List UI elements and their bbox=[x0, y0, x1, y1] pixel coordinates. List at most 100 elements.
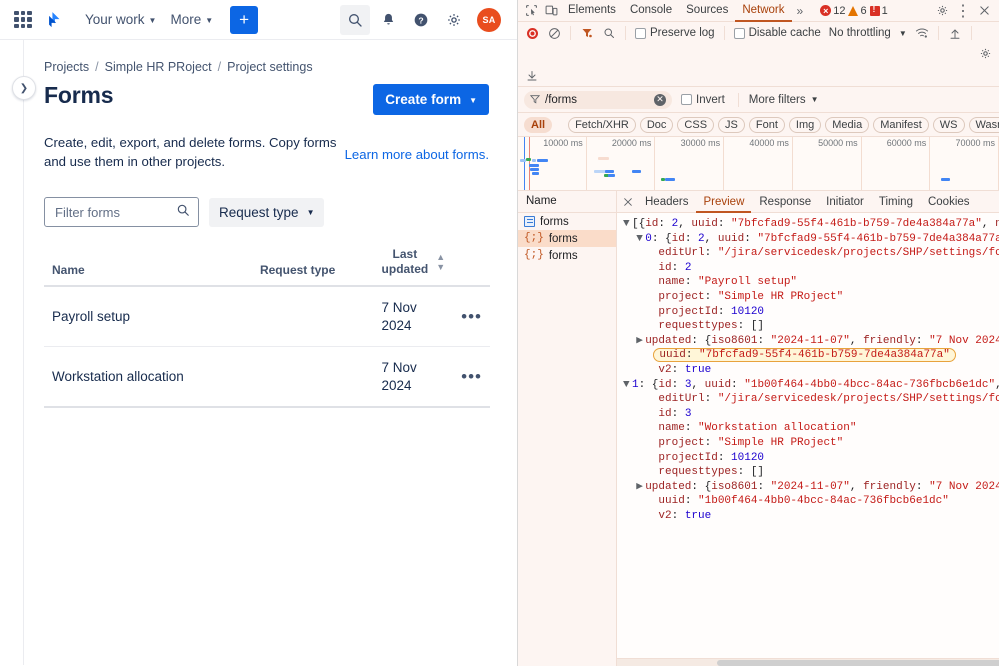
table-row[interactable]: Payroll setup 7 Nov 2024 ••• bbox=[44, 286, 490, 347]
gear-icon[interactable] bbox=[439, 5, 469, 35]
search-icon[interactable] bbox=[599, 24, 619, 42]
request-bar bbox=[532, 172, 539, 175]
tab-elements[interactable]: Elements bbox=[561, 1, 623, 22]
network-conditions-icon[interactable] bbox=[912, 24, 932, 42]
request-bar bbox=[598, 157, 609, 160]
row-actions-menu-button[interactable]: ••• bbox=[461, 307, 482, 326]
request-row-0[interactable]: forms bbox=[518, 213, 616, 230]
import-har-icon[interactable] bbox=[945, 24, 965, 42]
search-icon[interactable] bbox=[340, 5, 370, 35]
learn-more-link[interactable]: Learn more about forms. bbox=[345, 147, 489, 162]
clear-network-icon[interactable] bbox=[544, 24, 564, 42]
type-chip-ws[interactable]: WS bbox=[933, 117, 965, 133]
type-chip-img[interactable]: Img bbox=[789, 117, 821, 133]
more-tabs-icon[interactable]: » bbox=[792, 4, 809, 18]
tab-console[interactable]: Console bbox=[623, 1, 679, 22]
type-chip-all[interactable]: All bbox=[524, 117, 552, 133]
nav-more[interactable]: More ▼ bbox=[163, 7, 220, 32]
breadcrumb-project[interactable]: Simple HR PRoject bbox=[105, 60, 212, 74]
create-button[interactable]: + bbox=[230, 6, 258, 34]
info-count[interactable]: 1 bbox=[870, 5, 888, 17]
expand-triangle-icon[interactable]: ▼ bbox=[623, 378, 632, 393]
column-header-name[interactable]: Name bbox=[44, 247, 252, 286]
network-filter-bar: /forms ✕ Invert More filters ▼ bbox=[518, 87, 999, 113]
disable-cache-label: Disable cache bbox=[749, 27, 821, 39]
filter-funnel-icon[interactable] bbox=[577, 24, 597, 42]
type-chip-manifest[interactable]: Manifest bbox=[873, 117, 929, 133]
gear-icon[interactable] bbox=[932, 2, 952, 20]
horizontal-scrollbar[interactable] bbox=[617, 658, 999, 666]
chevron-right-icon[interactable]: ❯ bbox=[12, 76, 36, 100]
avatar[interactable]: SA bbox=[477, 8, 501, 32]
column-header-last-updated[interactable]: Last updated ▲▼ bbox=[374, 247, 454, 286]
error-count[interactable]: × 12 bbox=[820, 5, 845, 17]
form-name[interactable]: Payroll setup bbox=[44, 286, 252, 347]
warning-count[interactable]: 6 bbox=[848, 5, 866, 17]
column-header-actions bbox=[453, 247, 490, 286]
filter-forms-field[interactable] bbox=[44, 197, 199, 227]
jira-logo-icon[interactable] bbox=[40, 8, 64, 32]
clear-filter-icon[interactable]: ✕ bbox=[654, 94, 666, 106]
json-preview-viewer[interactable]: ▼[{id: 2, uuid: "7bfcfad9-55f4-461b-b759… bbox=[617, 213, 999, 658]
tab-sources[interactable]: Sources bbox=[679, 1, 735, 22]
type-chip-fetch-xhr[interactable]: Fetch/XHR bbox=[568, 117, 636, 133]
issue-counts: × 12 6 1 bbox=[820, 5, 888, 17]
expand-triangle-icon[interactable]: ▼ bbox=[623, 217, 632, 232]
tab-cookies[interactable]: Cookies bbox=[921, 193, 977, 213]
request-row-1[interactable]: {;} forms bbox=[518, 230, 616, 247]
devtools-panel: Elements Console Sources Network » × 12 … bbox=[518, 0, 999, 666]
request-type-filter-button[interactable]: Request type ▼ bbox=[209, 198, 324, 227]
type-chip-js[interactable]: JS bbox=[718, 117, 745, 133]
json-preview-line: requesttypes: [] bbox=[623, 319, 999, 334]
network-filter-input[interactable]: /forms ✕ bbox=[524, 91, 672, 109]
search-input[interactable] bbox=[53, 204, 176, 221]
tab-initiator[interactable]: Initiator bbox=[819, 193, 871, 213]
close-icon[interactable] bbox=[974, 2, 994, 20]
export-har-icon[interactable] bbox=[522, 66, 542, 84]
column-header-request-type[interactable]: Request type bbox=[252, 247, 374, 286]
nav-your-work[interactable]: Your work ▼ bbox=[78, 7, 163, 32]
type-chip-font[interactable]: Font bbox=[749, 117, 785, 133]
record-stop-icon[interactable] bbox=[522, 24, 542, 42]
expand-triangle-icon[interactable]: ▼ bbox=[636, 232, 645, 247]
collapse-triangle-icon[interactable]: ▶ bbox=[636, 480, 645, 495]
tab-preview[interactable]: Preview bbox=[696, 193, 751, 213]
breadcrumb-projects[interactable]: Projects bbox=[44, 60, 89, 74]
more-vertical-icon[interactable]: ⋮ bbox=[953, 2, 973, 20]
preserve-log-checkbox[interactable]: Preserve log bbox=[632, 27, 718, 39]
jira-main-content: Projects / Simple HR PRoject / Project s… bbox=[24, 40, 517, 665]
type-chip-css[interactable]: CSS bbox=[677, 117, 714, 133]
throttling-select[interactable]: No throttling ▼ bbox=[826, 27, 910, 39]
invert-filter-checkbox[interactable]: Invert bbox=[678, 94, 728, 106]
create-form-button[interactable]: Create form ▼ bbox=[373, 84, 489, 115]
disable-cache-checkbox[interactable]: Disable cache bbox=[731, 27, 824, 39]
collapse-triangle-icon[interactable]: ▶ bbox=[636, 334, 645, 349]
preserve-log-label: Preserve log bbox=[650, 27, 715, 39]
more-filters-dropdown[interactable]: More filters ▼ bbox=[749, 94, 819, 106]
close-icon[interactable] bbox=[619, 193, 637, 211]
help-icon[interactable]: ? bbox=[406, 5, 436, 35]
bell-icon[interactable] bbox=[373, 5, 403, 35]
sort-updown-icon[interactable]: ▲▼ bbox=[436, 253, 445, 272]
type-chip-doc[interactable]: Doc bbox=[640, 117, 674, 133]
type-chip-media[interactable]: Media bbox=[825, 117, 869, 133]
inspect-element-icon[interactable] bbox=[521, 2, 541, 20]
tab-network[interactable]: Network bbox=[735, 1, 791, 22]
row-actions-menu-button[interactable]: ••• bbox=[461, 367, 482, 386]
network-overview-timeline[interactable]: 10000 ms 20000 ms 30000 ms 40000 ms 5000… bbox=[518, 137, 999, 191]
json-preview-line: ▼0: {id: 2, uuid: "7bfcfad9-55f4-461b-b7… bbox=[623, 232, 999, 247]
scrollbar-thumb[interactable] bbox=[717, 660, 999, 666]
network-settings-gear-icon[interactable] bbox=[975, 44, 995, 62]
request-row-2[interactable]: {;} forms bbox=[518, 247, 616, 264]
tab-timing[interactable]: Timing bbox=[872, 193, 920, 213]
device-toolbar-icon[interactable] bbox=[541, 2, 561, 20]
request-list-header[interactable]: Name bbox=[518, 191, 616, 213]
tab-headers[interactable]: Headers bbox=[638, 193, 695, 213]
type-chip-wasm[interactable]: Wasm bbox=[969, 117, 999, 133]
tab-response[interactable]: Response bbox=[752, 193, 818, 213]
apps-grid-icon[interactable] bbox=[14, 11, 32, 29]
form-name[interactable]: Workstation allocation bbox=[44, 347, 252, 408]
json-preview-line: id: 2 bbox=[623, 261, 999, 276]
breadcrumb-project-settings[interactable]: Project settings bbox=[227, 60, 312, 74]
table-row[interactable]: Workstation allocation 7 Nov 2024 ••• bbox=[44, 347, 490, 408]
